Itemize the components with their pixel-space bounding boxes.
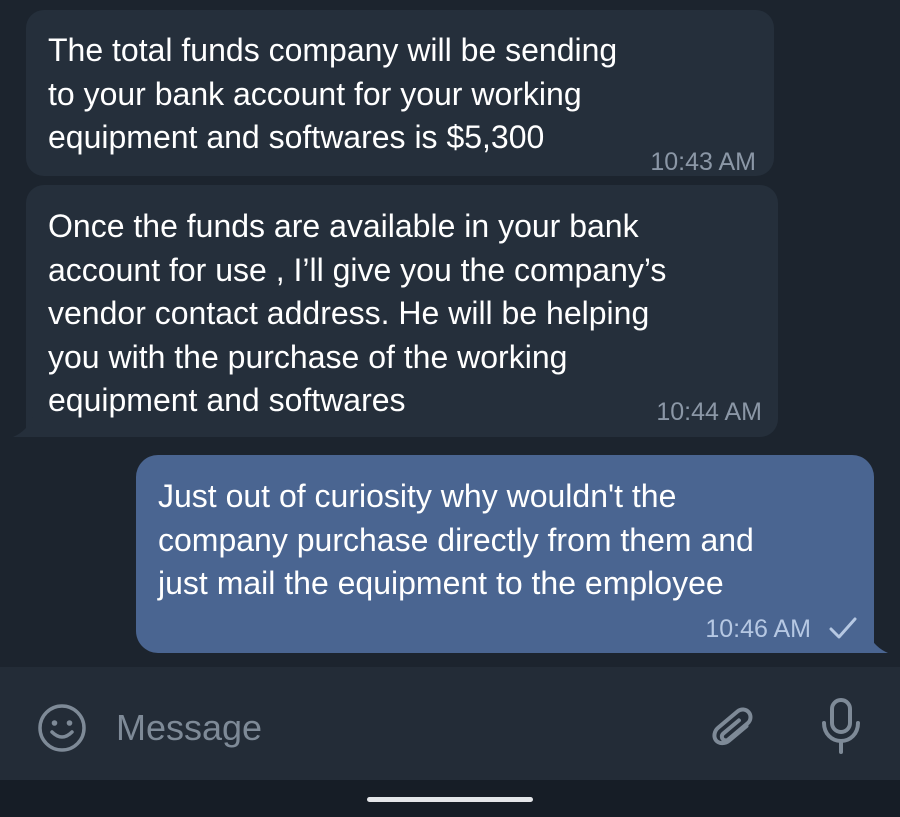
message-line: Once the funds are available in your ban… (48, 208, 639, 244)
microphone-icon[interactable] (816, 697, 866, 755)
chat-history[interactable]: The total funds company will be sending … (0, 0, 900, 667)
incoming-message-bubble[interactable]: Once the funds are available in your ban… (26, 185, 778, 437)
message-text: Just out of curiosity why wouldn't the c… (158, 475, 754, 606)
message-line: equipment and softwares (48, 382, 406, 418)
emoji-icon[interactable] (36, 702, 88, 754)
message-line: The total funds company will be sending (48, 32, 618, 68)
outgoing-bubble-tail (868, 633, 888, 653)
system-navigation-bar (0, 780, 900, 817)
message-timestamp: 10:43 AM (650, 148, 756, 176)
single-check-icon (829, 617, 857, 639)
message-composer (0, 667, 900, 780)
message-timestamp: 10:46 AM (705, 615, 811, 643)
message-text: The total funds company will be sending … (48, 29, 617, 160)
message-line: vendor contact address. He will be helpi… (48, 295, 650, 331)
incoming-bubble-tail (13, 417, 33, 437)
outgoing-message-bubble[interactable]: Just out of curiosity why wouldn't the c… (136, 455, 874, 653)
paperclip-icon[interactable] (706, 703, 762, 759)
message-line: company purchase directly from them and (158, 521, 754, 558)
message-text: Once the funds are available in your ban… (48, 205, 666, 423)
home-indicator[interactable] (367, 797, 533, 802)
incoming-message-bubble[interactable]: The total funds company will be sending … (26, 10, 774, 176)
message-timestamp: 10:44 AM (656, 398, 762, 426)
message-input[interactable] (116, 704, 676, 752)
message-line: to your bank account for your working (48, 75, 582, 112)
message-line: equipment and softwares is $5,300 (48, 119, 545, 155)
message-line: Just out of curiosity why wouldn't the (158, 478, 677, 514)
message-line: just mail the equipment to the employee (158, 565, 724, 601)
message-line: you with the purchase of the working (48, 338, 568, 375)
message-line: account for use , I’ll give you the comp… (48, 251, 667, 288)
